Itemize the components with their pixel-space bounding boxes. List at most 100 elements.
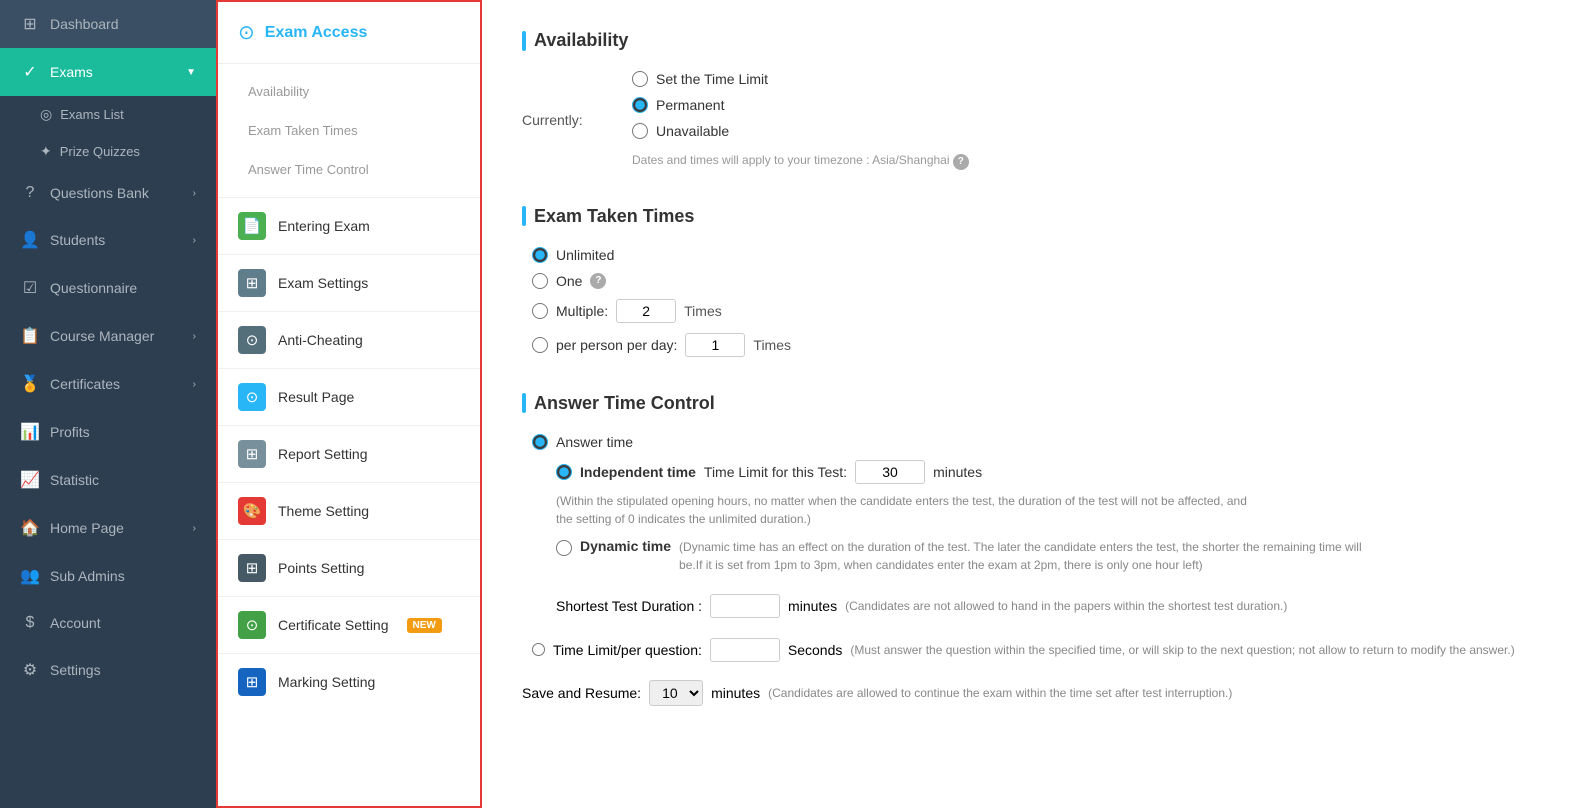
answer-time-control-section: Answer Time Control Answer time Independ… <box>522 393 1529 706</box>
report-setting-icon: ⊞ <box>238 440 266 468</box>
account-icon: $ <box>20 614 40 632</box>
questions-icon: ? <box>20 184 40 202</box>
sidebar-item-settings[interactable]: ⚙ Settings <box>0 646 216 694</box>
sidebar-item-course-manager[interactable]: 📋 Course Manager › <box>0 312 216 360</box>
permanent-radio[interactable] <box>632 97 648 113</box>
dashboard-icon: ⊞ <box>20 14 40 34</box>
settings-icon: ⚙ <box>20 660 40 680</box>
points-setting-icon: ⊞ <box>238 554 266 582</box>
permanent-option[interactable]: Permanent <box>632 97 969 113</box>
sidebar-item-statistic[interactable]: 📈 Statistic <box>0 456 216 504</box>
sidebar-item-prize-quizzes[interactable]: ✦ Prize Quizzes <box>0 133 216 170</box>
menu-item-result-page[interactable]: ⊙ Result Page <box>218 368 480 425</box>
answer-time-radio[interactable] <box>532 434 548 450</box>
per-person-option[interactable]: per person per day: Times <box>532 333 1529 357</box>
time-limit-input[interactable] <box>855 460 925 484</box>
sidebar-item-questions-bank[interactable]: ? Questions Bank › <box>0 170 216 216</box>
sidebar-item-questionnaire[interactable]: ☑ Questionnaire <box>0 264 216 312</box>
menu-item-exam-settings[interactable]: ⊞ Exam Settings <box>218 254 480 311</box>
availability-title: Availability <box>522 30 1529 51</box>
sidebar-item-home-page[interactable]: 🏠 Home Page › <box>0 504 216 552</box>
questionnaire-icon: ☑ <box>20 278 40 298</box>
menu-item-theme-setting[interactable]: 🎨 Theme Setting <box>218 482 480 539</box>
multiple-radio[interactable] <box>532 303 548 319</box>
menu-item-certificate-setting[interactable]: ⊙ Certificate Setting NEW <box>218 596 480 653</box>
students-icon: 👤 <box>20 230 40 250</box>
chevron-right-icon: › <box>193 235 196 246</box>
statistic-icon: 📈 <box>20 470 40 490</box>
per-person-radio[interactable] <box>532 337 548 353</box>
sub-admins-icon: 👥 <box>20 566 40 586</box>
answer-time-option[interactable]: Answer time <box>532 434 1529 450</box>
per-question-radio[interactable] <box>532 643 545 656</box>
unlimited-option[interactable]: Unlimited <box>532 247 1529 263</box>
profits-icon: 📊 <box>20 422 40 442</box>
currently-row: Currently: Set the Time Limit Permanent … <box>522 71 1529 170</box>
unavailable-radio[interactable] <box>632 123 648 139</box>
per-question-input[interactable] <box>710 638 780 662</box>
middle-panel: ⊙ Exam Access Availability Exam Taken Ti… <box>216 0 482 808</box>
exam-taken-times-radio-group: Unlimited One ? Multiple: Times per pers… <box>532 247 1529 357</box>
answer-time-radio-group: Answer time Independent time Time Limit … <box>532 434 1529 662</box>
sidebar: ⊞ Dashboard ✓ Exams ▼ ◎ Exams List ✦ Pri… <box>0 0 216 808</box>
chevron-right-icon: › <box>193 331 196 342</box>
sidebar-item-sub-admins[interactable]: 👥 Sub Admins <box>0 552 216 600</box>
menu-item-anti-cheating[interactable]: ⊙ Anti-Cheating <box>218 311 480 368</box>
menu-item-entering-exam[interactable]: 📄 Entering Exam <box>218 197 480 254</box>
chevron-right-icon: › <box>193 188 196 199</box>
timezone-help-icon[interactable]: ? <box>953 154 969 170</box>
sidebar-item-account[interactable]: $ Account <box>0 600 216 646</box>
course-manager-icon: 📋 <box>20 326 40 346</box>
save-resume-row: Save and Resume: 10 20 30 60 minutes (Ca… <box>522 680 1529 706</box>
one-help-icon[interactable]: ? <box>590 273 606 289</box>
theme-setting-icon: 🎨 <box>238 497 266 525</box>
exams-icon: ✓ <box>20 62 40 82</box>
chevron-right-icon: › <box>193 379 196 390</box>
exams-list-icon: ◎ <box>40 106 52 123</box>
per-question-row: Time Limit/per question: Seconds (Must a… <box>532 638 1529 662</box>
shortest-duration-input[interactable] <box>710 594 780 618</box>
availability-radio-group: Set the Time Limit Permanent Unavailable… <box>632 71 969 170</box>
anti-cheating-icon: ⊙ <box>238 326 266 354</box>
per-person-input[interactable] <box>685 333 745 357</box>
unlimited-radio[interactable] <box>532 247 548 263</box>
exam-taken-times-title: Exam Taken Times <box>522 206 1529 227</box>
new-badge: NEW <box>407 618 442 633</box>
unavailable-option[interactable]: Unavailable <box>632 123 969 139</box>
set-time-limit-option[interactable]: Set the Time Limit <box>632 71 969 87</box>
menu-item-report-setting[interactable]: ⊞ Report Setting <box>218 425 480 482</box>
exam-settings-icon: ⊞ <box>238 269 266 297</box>
sidebar-item-certificates[interactable]: 🏅 Certificates › <box>0 360 216 408</box>
one-option[interactable]: One ? <box>532 273 1529 289</box>
home-icon: 🏠 <box>20 518 40 538</box>
shortest-duration-row: Shortest Test Duration : minutes (Candid… <box>556 594 1529 618</box>
sidebar-item-exams[interactable]: ✓ Exams ▼ <box>0 48 216 96</box>
nav-item-availability[interactable]: Availability <box>218 72 480 111</box>
sidebar-item-students[interactable]: 👤 Students › <box>0 216 216 264</box>
multiple-option[interactable]: Multiple: Times <box>532 299 1529 323</box>
independent-time-row: Independent time Time Limit for this Tes… <box>556 460 1529 528</box>
sidebar-item-profits[interactable]: 📊 Profits <box>0 408 216 456</box>
sidebar-item-exams-list[interactable]: ◎ Exams List <box>0 96 216 133</box>
menu-item-marking-setting[interactable]: ⊞ Marking Setting <box>218 653 480 710</box>
one-radio[interactable] <box>532 273 548 289</box>
middle-panel-title: Exam Access <box>265 24 368 42</box>
dynamic-time-radio[interactable] <box>556 540 572 556</box>
timezone-hint: Dates and times will apply to your timez… <box>632 153 969 170</box>
independent-time-radio[interactable] <box>556 464 572 480</box>
exam-access-icon: ⊙ <box>238 20 255 45</box>
chevron-down-icon: ▼ <box>186 67 196 78</box>
answer-time-control-title: Answer Time Control <box>522 393 1529 414</box>
entering-exam-icon: 📄 <box>238 212 266 240</box>
prize-quizzes-icon: ✦ <box>40 143 52 160</box>
menu-item-points-setting[interactable]: ⊞ Points Setting <box>218 539 480 596</box>
nav-item-answer-time-control[interactable]: Answer Time Control <box>218 150 480 189</box>
multiple-times-input[interactable] <box>616 299 676 323</box>
sidebar-item-dashboard[interactable]: ⊞ Dashboard <box>0 0 216 48</box>
save-resume-select[interactable]: 10 20 30 60 <box>649 680 703 706</box>
availability-section: Availability Currently: Set the Time Lim… <box>522 30 1529 170</box>
nav-item-exam-taken-times[interactable]: Exam Taken Times <box>218 111 480 150</box>
middle-panel-header: ⊙ Exam Access <box>218 2 480 64</box>
set-time-limit-radio[interactable] <box>632 71 648 87</box>
marking-setting-icon: ⊞ <box>238 668 266 696</box>
